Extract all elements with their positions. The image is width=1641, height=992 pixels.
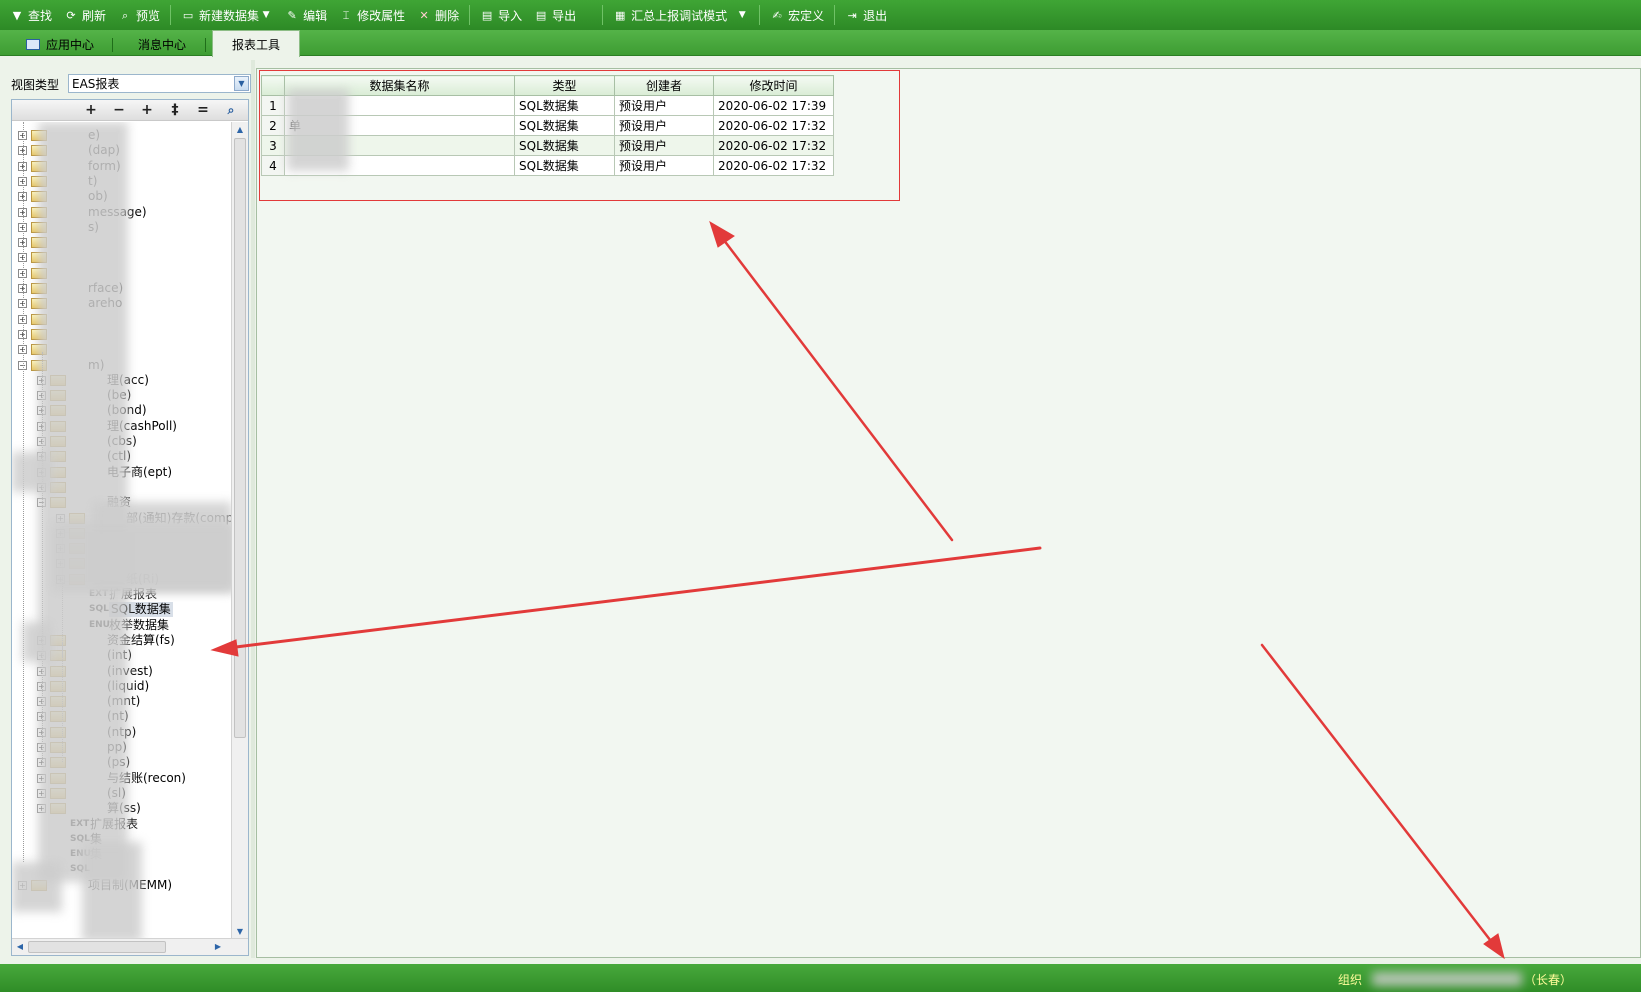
app-center-icon <box>25 38 40 50</box>
status-bar: 组织 （长春） <box>0 964 1641 992</box>
modified-time-cell: 2020-06-02 17:39 <box>713 95 834 116</box>
tree-toolbar: + − + ‡ = ⌕ <box>12 100 248 121</box>
exit-button[interactable]: ⇥ 退出 <box>839 3 893 27</box>
import-button[interactable]: ▤ 导入 <box>474 3 528 27</box>
left-panel: 视图类型 EAS报表 ▼ + − + ‡ = ⌕ +e)+(dap)+form)… <box>8 68 251 958</box>
summary-debug-mode-button[interactable]: ▦ 汇总上报调试模式 ▼ <box>607 3 755 27</box>
tree-vertical-scrollbar[interactable]: ▲ ▼ <box>231 122 248 940</box>
panel-splitter[interactable] <box>251 60 255 958</box>
dataset-type-cell: SQL数据集 <box>514 155 615 176</box>
column-header-type[interactable]: 类型 <box>514 75 615 96</box>
find-button[interactable]: ▼ 查找 <box>4 3 58 27</box>
dataset-type-cell: SQL数据集 <box>514 95 615 116</box>
org-label: 组织 <box>1338 973 1363 987</box>
row-number: 2 <box>261 115 285 136</box>
column-header-modified-time[interactable]: 修改时间 <box>713 75 834 96</box>
chevron-down-icon[interactable]: ▼ <box>735 10 749 20</box>
redacted-region <box>1372 972 1522 986</box>
dataset-type-cell: SQL数据集 <box>514 115 615 136</box>
row-number: 1 <box>261 95 285 116</box>
macro-icon: ✍ <box>772 8 782 22</box>
org-city: （长春） <box>1524 973 1573 987</box>
refresh-icon: ⟳ <box>66 8 76 22</box>
scroll-left-icon[interactable]: ◀ <box>14 940 26 954</box>
modified-time-cell: 2020-06-02 17:32 <box>713 155 834 176</box>
import-icon: ▤ <box>481 8 493 22</box>
report-tree: +e)+(dap)+form)+t)+ob)+message)+s)++++rf… <box>12 122 231 940</box>
tree-add-button[interactable]: + <box>82 102 100 118</box>
tree-remove-button[interactable]: − <box>110 102 128 118</box>
redacted-region <box>82 842 142 940</box>
find-icon: ▼ <box>12 8 22 22</box>
delete-button[interactable]: ✕ 删除 <box>411 3 465 27</box>
modify-properties-button[interactable]: ⌶ 修改属性 <box>333 3 411 27</box>
summary-icon: ▦ <box>614 8 626 22</box>
toolbar-separator <box>759 5 761 25</box>
scrollbar-thumb[interactable] <box>28 941 166 953</box>
view-type-select[interactable]: EAS报表 ▼ <box>68 74 251 93</box>
tree-guide-line <box>23 122 24 862</box>
redacted-region <box>12 452 52 492</box>
row-number: 4 <box>261 155 285 176</box>
scroll-right-icon[interactable]: ▶ <box>212 940 224 954</box>
tab-report-tools[interactable]: 报表工具 <box>212 30 300 57</box>
toolbar-separator <box>834 5 836 25</box>
properties-icon: ⌶ <box>342 8 350 22</box>
toolbar-separator <box>469 5 471 25</box>
view-type-label: 视图类型 <box>11 77 60 92</box>
scroll-up-icon[interactable]: ▲ <box>234 123 246 137</box>
dataset-type-cell: SQL数据集 <box>514 135 615 156</box>
chevron-down-icon[interactable]: ▼ <box>259 10 273 20</box>
tree-add-child-button[interactable]: + <box>138 102 156 118</box>
creator-cell: 预设用户 <box>614 135 714 156</box>
redacted-region <box>52 522 231 592</box>
export-button[interactable]: ▤ 导出 <box>528 3 582 27</box>
export-icon: ▤ <box>535 8 547 22</box>
tree-panel: + − + ‡ = ⌕ +e)+(dap)+form)+t)+ob)+messa… <box>11 99 249 956</box>
pencil-icon: ✎ <box>287 8 297 22</box>
toolbar-separator <box>170 5 172 25</box>
preview-icon: ⌕ <box>121 8 129 22</box>
scrollbar-thumb[interactable] <box>234 138 246 738</box>
redacted-region <box>287 89 349 171</box>
modified-time-cell: 2020-06-02 17:32 <box>713 135 834 156</box>
modified-time-cell: 2020-06-02 17:32 <box>713 115 834 136</box>
view-type-row: 视图类型 EAS报表 ▼ <box>11 74 251 94</box>
search-icon[interactable]: ⌕ <box>222 102 240 118</box>
toolbar-separator <box>602 5 604 25</box>
tab-separator <box>205 38 206 52</box>
delete-icon: ✕ <box>419 8 429 22</box>
creator-cell: 预设用户 <box>614 155 714 176</box>
tab-message-center[interactable]: 消息中心 <box>124 32 200 56</box>
chevron-down-icon[interactable]: ▼ <box>234 76 249 91</box>
tree-expand-all-button[interactable]: ‡ <box>166 102 184 118</box>
dataset-panel: 数据集名称 类型 创建者 修改时间 1 SQL数据集 预设用户 2020-06-02 … <box>256 68 1641 958</box>
row-number: 3 <box>261 135 285 156</box>
preview-button[interactable]: ⌕ 预览 <box>112 3 166 27</box>
column-header-creator[interactable]: 创建者 <box>614 75 714 96</box>
tree-horizontal-scrollbar[interactable]: ◀ ▶ <box>12 938 248 955</box>
scroll-down-icon[interactable]: ▼ <box>234 925 246 939</box>
new-dataset-button[interactable]: ▭ 新建数据集 ▼ <box>175 3 279 27</box>
row-number-header <box>261 75 285 96</box>
edit-button[interactable]: ✎ 编辑 <box>279 3 333 27</box>
refresh-button[interactable]: ⟳ 刷新 <box>58 3 112 27</box>
tab-bar: 应用中心 消息中心 报表工具 <box>0 30 1641 57</box>
tree-collapse-all-button[interactable]: = <box>194 102 212 118</box>
macro-button[interactable]: ✍ 宏定义 <box>764 3 830 27</box>
redacted-region <box>22 622 52 662</box>
creator-cell: 预设用户 <box>614 95 714 116</box>
new-document-icon: ▭ <box>182 8 194 22</box>
main-toolbar: ▼ 查找 ⟳ 刷新 ⌕ 预览 ▭ 新建数据集 ▼ ✎ 编辑 ⌶ 修改属性 ✕ 删除 ▤ 导入 ▤ 导… <box>0 0 1641 30</box>
redacted-region <box>12 862 62 912</box>
exit-icon: ⇥ <box>847 8 857 22</box>
tab-app-center[interactable]: 应用中心 <box>20 32 100 56</box>
tab-separator <box>112 38 113 52</box>
creator-cell: 预设用户 <box>614 115 714 136</box>
